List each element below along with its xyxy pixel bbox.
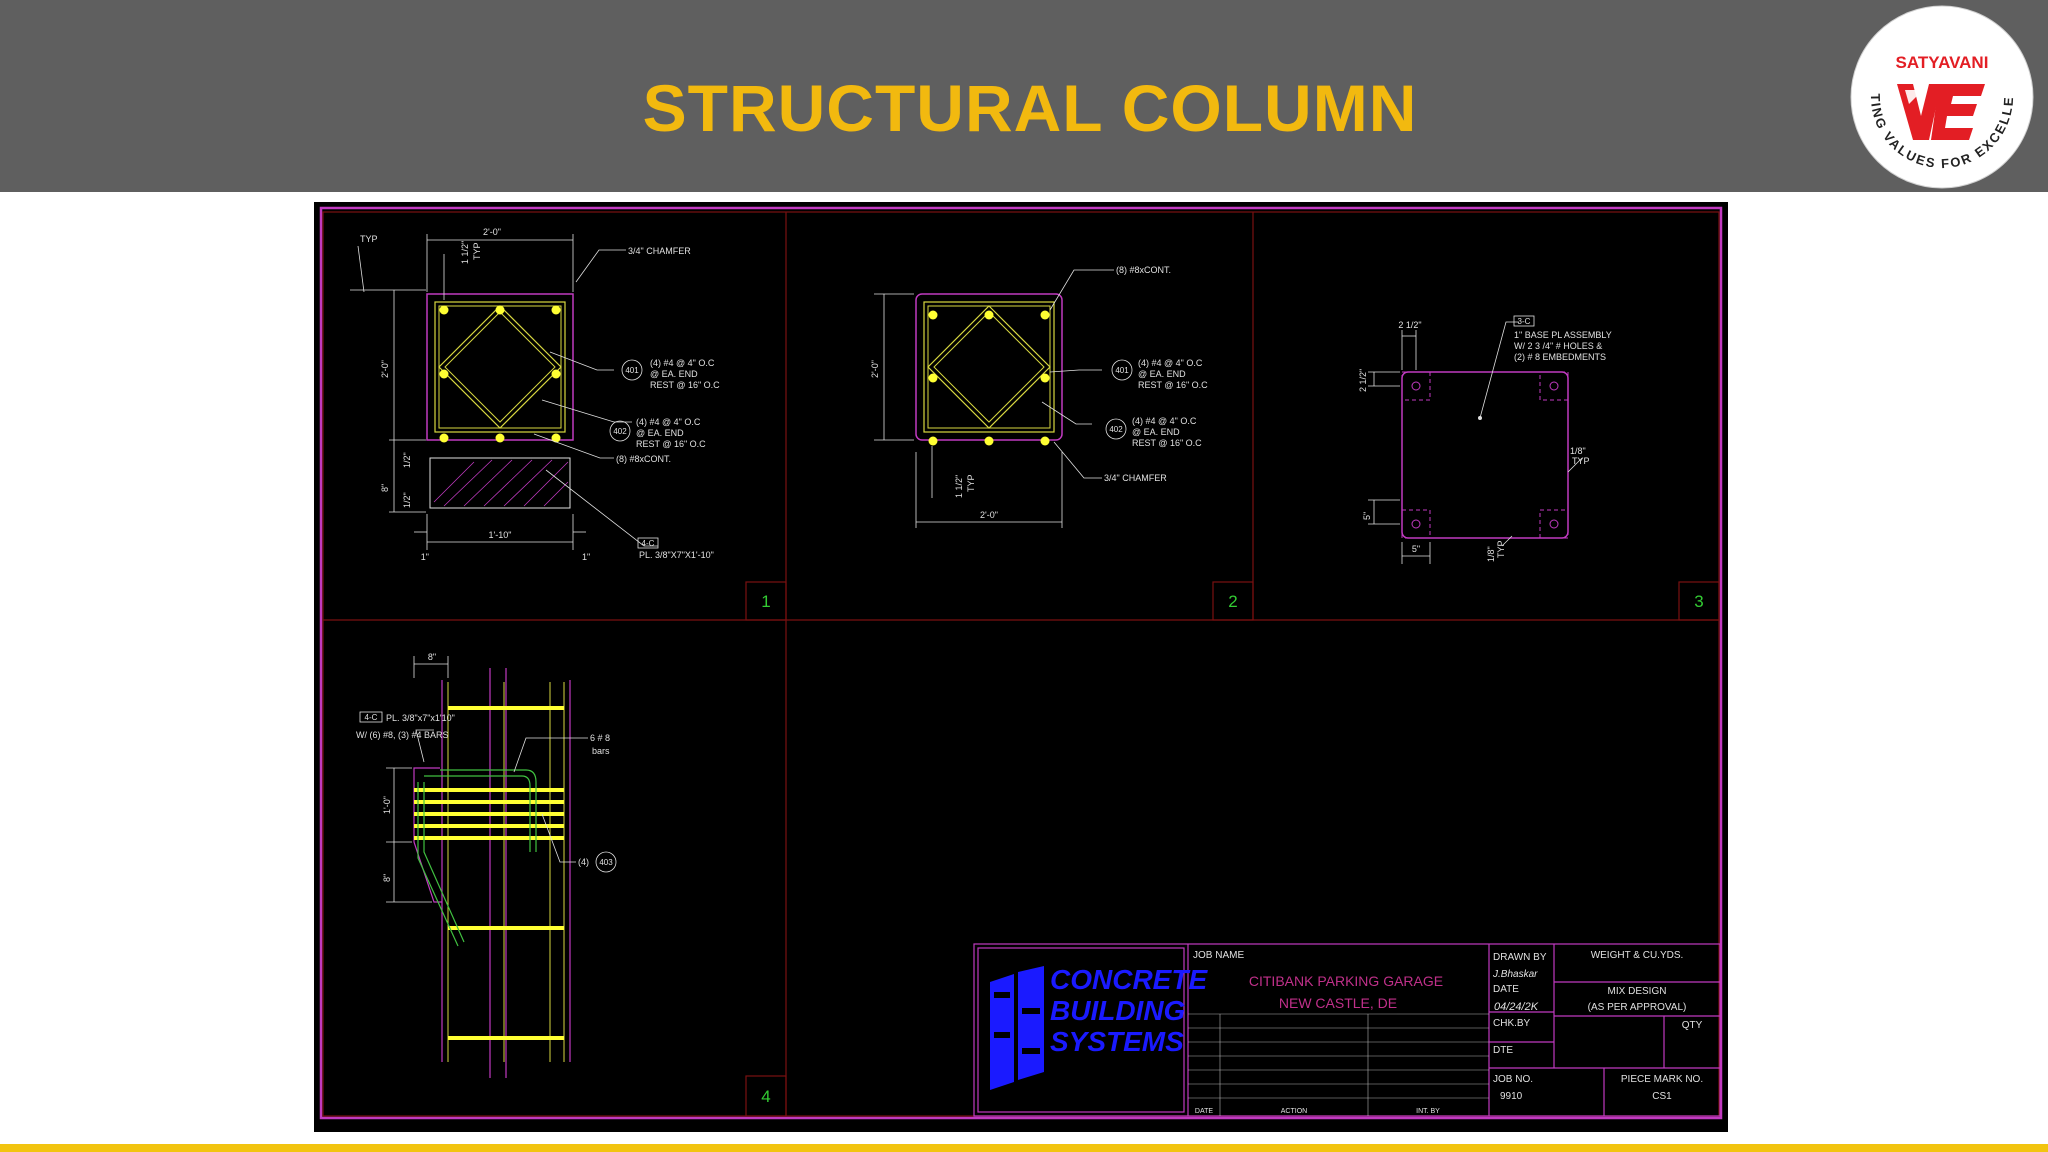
p2-note-bars: (8) #8xCONT. [1116, 265, 1171, 275]
p2-tag-402: 402 [1109, 425, 1123, 434]
p1-note-chamfer: 3/4" CHAMFER [628, 246, 691, 256]
p1-tag-4c: 4-C [642, 539, 655, 548]
piece-mark-label: PIECE MARK NO. [1621, 1074, 1703, 1085]
p2-dim-width: 2'-0" [980, 510, 998, 520]
rev-header-int-by: INT. BY [1416, 1108, 1440, 1115]
p2-note-chamfer: 3/4" CHAMFER [1104, 473, 1167, 483]
p4-dim-8: 8" [382, 874, 392, 882]
company-line-2: BUILDING [1050, 995, 1185, 1026]
p3-dim-typ: TYP [1572, 456, 1590, 466]
cad-drawing-canvas: 1 2 3 4 2'-0" 1 1/2" TYP TYP 2'-0" 1/2" … [314, 202, 1728, 1132]
p3-note-1: 1" BASE PL ASSEMBLY [1514, 330, 1612, 340]
p1-dim-1a: 1" [421, 552, 429, 562]
p3-note-2: W/ 2 3 /4" # HOLES & [1514, 341, 1602, 351]
p1-note-401a: (4) #4 @ 4" O.C [650, 358, 715, 368]
piece-mark-value: CS1 [1652, 1091, 1672, 1102]
p3-dim-eighth: 1/8" [1570, 446, 1586, 456]
p2-note-401a: (4) #4 @ 4" O.C [1138, 358, 1203, 368]
p3-dim-typ2: TYP [1496, 540, 1506, 558]
p3-tag-3c: 3-C [1518, 317, 1531, 326]
cad-drawing: 1 2 3 4 2'-0" 1 1/2" TYP TYP 2'-0" 1/2" … [314, 202, 1728, 1132]
company-line-1: CONCRETE [1050, 964, 1208, 995]
p4-dim-top: 8" [428, 652, 436, 662]
p1-dim-typ2: TYP [360, 234, 378, 244]
chk-by-label: CHK.BY [1493, 1018, 1531, 1029]
p4-tag-403: 403 [599, 858, 613, 867]
slide-title: STRUCTURAL COLUMN [642, 71, 1418, 145]
p1-dim-half1: 1/2" [402, 452, 412, 468]
company-logo: SATYAVANI SETTING VALUES FOR EXCELLENCE [1843, 0, 2035, 190]
p1-dim-cover: 1 1/2" [460, 241, 470, 264]
p1-tag-401: 401 [625, 366, 639, 375]
p2-dim-cover: 1 1/2" [954, 475, 964, 498]
panel-4-number: 4 [761, 1087, 770, 1106]
p2-note-402c: REST @ 16" O.C [1132, 438, 1202, 448]
p3-note-3: (2) # 8 EMBEDMENTS [1514, 352, 1606, 362]
p1-dim-height: 2'-0" [380, 360, 390, 378]
p1-note-401c: REST @ 16" O.C [650, 380, 720, 390]
p1-dim-typ: TYP [472, 242, 482, 260]
p4-tag-4c: 4-C [365, 713, 378, 722]
p1-note-402c: REST @ 16" O.C [636, 439, 706, 449]
drawn-by-value: J.Bhaskar [1492, 969, 1538, 980]
p2-note-402b: @ EA. END [1132, 427, 1180, 437]
weight-label: WEIGHT & CU.YDS. [1591, 950, 1684, 961]
p1-note-402b: @ EA. END [636, 428, 684, 438]
p1-dim-half2: 1/2" [402, 492, 412, 508]
job-name-label: JOB NAME [1193, 950, 1244, 961]
p4-note-plate: PL. 3/8"x7"x1'10" [386, 713, 455, 723]
date-label: DATE [1493, 984, 1519, 995]
job-name-line-2: NEW CASTLE, DE [1279, 995, 1397, 1011]
p1-dim-plate: 1'-10" [489, 530, 512, 540]
p1-note-402a: (4) #4 @ 4" O.C [636, 417, 701, 427]
p2-dim-typ: TYP [966, 474, 976, 492]
logo-name: SATYAVANI [1896, 53, 1989, 72]
bottom-accent-bar [0, 1144, 2048, 1152]
job-no-label: JOB NO. [1493, 1074, 1533, 1085]
p2-tag-401: 401 [1115, 366, 1129, 375]
p4-note-6bars: 6 # 8 [590, 733, 610, 743]
p3-dim-5a: 5" [1362, 512, 1372, 520]
job-name-line-1: CITIBANK PARKING GARAGE [1249, 973, 1443, 989]
satyavani-logo-icon: SATYAVANI SETTING VALUES FOR EXCELLENCE [1843, 0, 2034, 189]
p3-dim-5b: 5" [1412, 544, 1420, 554]
p1-tag-402: 402 [613, 427, 627, 436]
p3-dim-left: 2 1/2" [1358, 369, 1368, 392]
p4-note-bars2: bars [592, 746, 610, 756]
p2-dim-height: 2'-0" [870, 360, 880, 378]
p1-note-bars: (8) #8xCONT. [616, 454, 671, 464]
rev-header-date: DATE [1195, 1108, 1213, 1115]
p3-dim-eighth2: 1/8" [1486, 546, 1496, 562]
job-no-value: 9910 [1500, 1091, 1523, 1102]
p1-note-401b: @ EA. END [650, 369, 698, 379]
qty-label: QTY [1682, 1020, 1703, 1031]
p2-note-402a: (4) #4 @ 4" O.C [1132, 416, 1197, 426]
rev-header-action: ACTION [1281, 1108, 1307, 1115]
p4-note-bars: W/ (6) #8, (3) #4 BARS [356, 730, 449, 740]
p4-dim-1ft: 1'-0" [382, 796, 392, 814]
mix-design-label: MIX DESIGN [1608, 986, 1667, 997]
panel-3-number: 3 [1694, 592, 1703, 611]
p4-note-4: (4) [578, 857, 589, 867]
dte-label: DTE [1493, 1045, 1513, 1056]
drawn-by-label: DRAWN BY [1493, 952, 1547, 963]
date-value: 04/24/2K [1494, 1001, 1539, 1013]
p2-note-401b: @ EA. END [1138, 369, 1186, 379]
p1-dim-top: 2'-0" [483, 227, 501, 237]
p1-dim-1b: 1" [582, 552, 590, 562]
p1-dim-8: 8" [380, 484, 390, 492]
company-line-3: SYSTEMS [1050, 1026, 1184, 1057]
panel-2-number: 2 [1228, 592, 1237, 611]
p3-dim-top: 2 1/2" [1398, 320, 1421, 330]
panel-1-number: 1 [761, 592, 770, 611]
p2-note-401c: REST @ 16" O.C [1138, 380, 1208, 390]
mix-design-value: (AS PER APPROVAL) [1588, 1002, 1687, 1013]
p1-note-plate: PL. 3/8"X7"X1'-10" [639, 550, 714, 560]
